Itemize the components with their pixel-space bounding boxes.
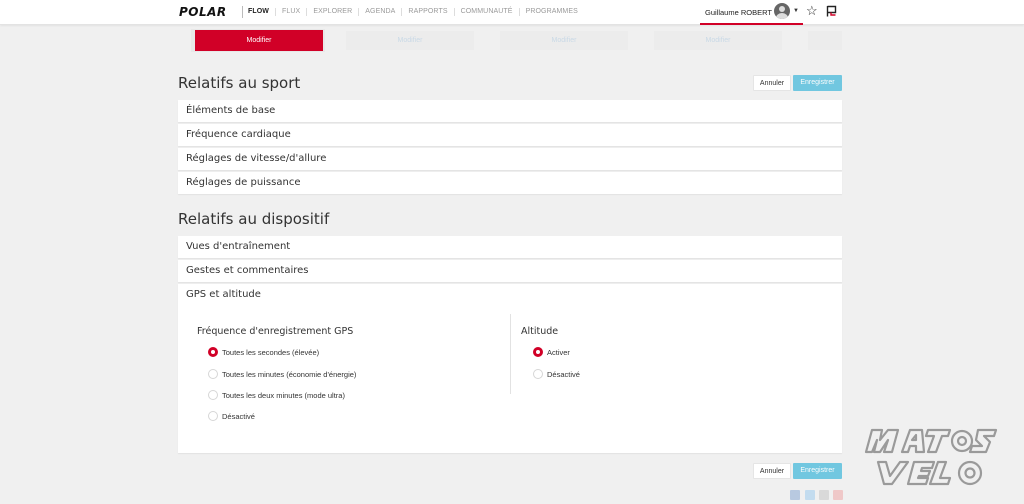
gps-frequency-option-every-minute[interactable]: Toutes les minutes (économie d'énergie) bbox=[208, 369, 356, 379]
radio-label: Toutes les deux minutes (mode ultra) bbox=[222, 390, 345, 400]
altitude-option-on[interactable]: Activer bbox=[533, 347, 570, 357]
gps-altitude-panel: GPS et altitude Fréquence d'enregistreme… bbox=[178, 284, 842, 453]
top-navigation-bar: POLAR FLOW FLUX EXPLORER AGENDA RAPPORTS… bbox=[0, 0, 1024, 25]
nav-programmes[interactable]: PROGRAMMES bbox=[518, 8, 584, 16]
settings-row-power[interactable]: Réglages de puissance bbox=[178, 172, 842, 194]
radio-unselected[interactable] bbox=[208, 411, 218, 421]
watermark-logo bbox=[864, 428, 998, 486]
flag-icon[interactable] bbox=[826, 5, 837, 17]
device-section-title: Relatifs au dispositif bbox=[178, 210, 330, 228]
user-name: Guillaume ROBERT bbox=[705, 8, 772, 17]
radio-unselected[interactable] bbox=[208, 369, 218, 379]
column-divider bbox=[510, 314, 511, 394]
settings-row-training-views[interactable]: Vues d'entraînement bbox=[178, 236, 842, 258]
modify-device-button[interactable]: Modifier bbox=[346, 31, 474, 50]
nav-rapports[interactable]: RAPPORTS bbox=[401, 8, 453, 16]
save-button-bottom[interactable]: Enregistrer bbox=[793, 463, 842, 479]
gps-frequency-option-every-second[interactable]: Toutes les secondes (élevée) bbox=[208, 347, 319, 357]
altitude-option-off[interactable]: Désactivé bbox=[533, 369, 580, 379]
save-button-top[interactable]: Enregistrer bbox=[793, 75, 842, 91]
radio-label: Désactivé bbox=[547, 369, 580, 379]
gps-frequency-option-every-two-minutes[interactable]: Toutes les deux minutes (mode ultra) bbox=[208, 390, 345, 400]
settings-row-heart-rate[interactable]: Fréquence cardiaque bbox=[178, 124, 842, 146]
instagram-icon[interactable] bbox=[819, 490, 829, 500]
settings-row-speed-pace[interactable]: Réglages de vitesse/d'allure bbox=[178, 148, 842, 170]
nav-flux[interactable]: FLUX bbox=[275, 8, 306, 16]
star-icon[interactable]: ☆ bbox=[806, 4, 818, 18]
altitude-title: Altitude bbox=[521, 326, 559, 337]
gps-frequency-title: Fréquence d'enregistrement GPS bbox=[197, 326, 354, 337]
nav-flow[interactable]: FLOW bbox=[248, 8, 275, 16]
nav-agenda[interactable]: AGENDA bbox=[358, 8, 401, 16]
twitter-icon[interactable] bbox=[805, 490, 815, 500]
modify-device-button[interactable]: Modifier bbox=[500, 31, 628, 50]
modify-device-button[interactable]: Modifier bbox=[654, 31, 782, 50]
logo-divider bbox=[242, 6, 243, 18]
radio-selected[interactable] bbox=[533, 347, 543, 357]
radio-unselected[interactable] bbox=[208, 390, 218, 400]
main-nav: FLOW FLUX EXPLORER AGENDA RAPPORTS COMMU… bbox=[248, 8, 584, 16]
nav-explorer[interactable]: EXPLORER bbox=[306, 8, 358, 16]
polar-logo[interactable]: POLAR bbox=[179, 5, 227, 19]
settings-row-basics[interactable]: Éléments de base bbox=[178, 100, 842, 122]
radio-label: Toutes les secondes (élevée) bbox=[222, 347, 320, 357]
radio-label: Toutes les minutes (économie d'énergie) bbox=[222, 369, 357, 379]
modify-device-button-active[interactable]: Modifier bbox=[195, 30, 323, 51]
radio-unselected[interactable] bbox=[533, 369, 543, 379]
nav-communaute[interactable]: COMMUNAUTÉ bbox=[453, 8, 519, 16]
chevron-down-icon[interactable]: ▼ bbox=[793, 8, 799, 14]
settings-row-gestures-feedback[interactable]: Gestes et commentaires bbox=[178, 260, 842, 282]
radio-selected[interactable] bbox=[208, 347, 218, 357]
gps-frequency-option-off[interactable]: Désactivé bbox=[208, 411, 255, 421]
youtube-icon[interactable] bbox=[833, 490, 843, 500]
cancel-button-top[interactable]: Annuler bbox=[753, 75, 791, 91]
device-card-partial bbox=[808, 31, 842, 50]
user-menu[interactable]: Guillaume ROBERT ▼ bbox=[700, 0, 803, 25]
avatar bbox=[774, 3, 790, 19]
facebook-icon[interactable] bbox=[790, 490, 800, 500]
cancel-button-bottom[interactable]: Annuler bbox=[753, 463, 791, 479]
gps-altitude-title[interactable]: GPS et altitude bbox=[186, 289, 261, 300]
sport-section-title: Relatifs au sport bbox=[178, 74, 301, 92]
radio-label: Activer bbox=[547, 347, 570, 357]
radio-label: Désactivé bbox=[222, 411, 255, 421]
